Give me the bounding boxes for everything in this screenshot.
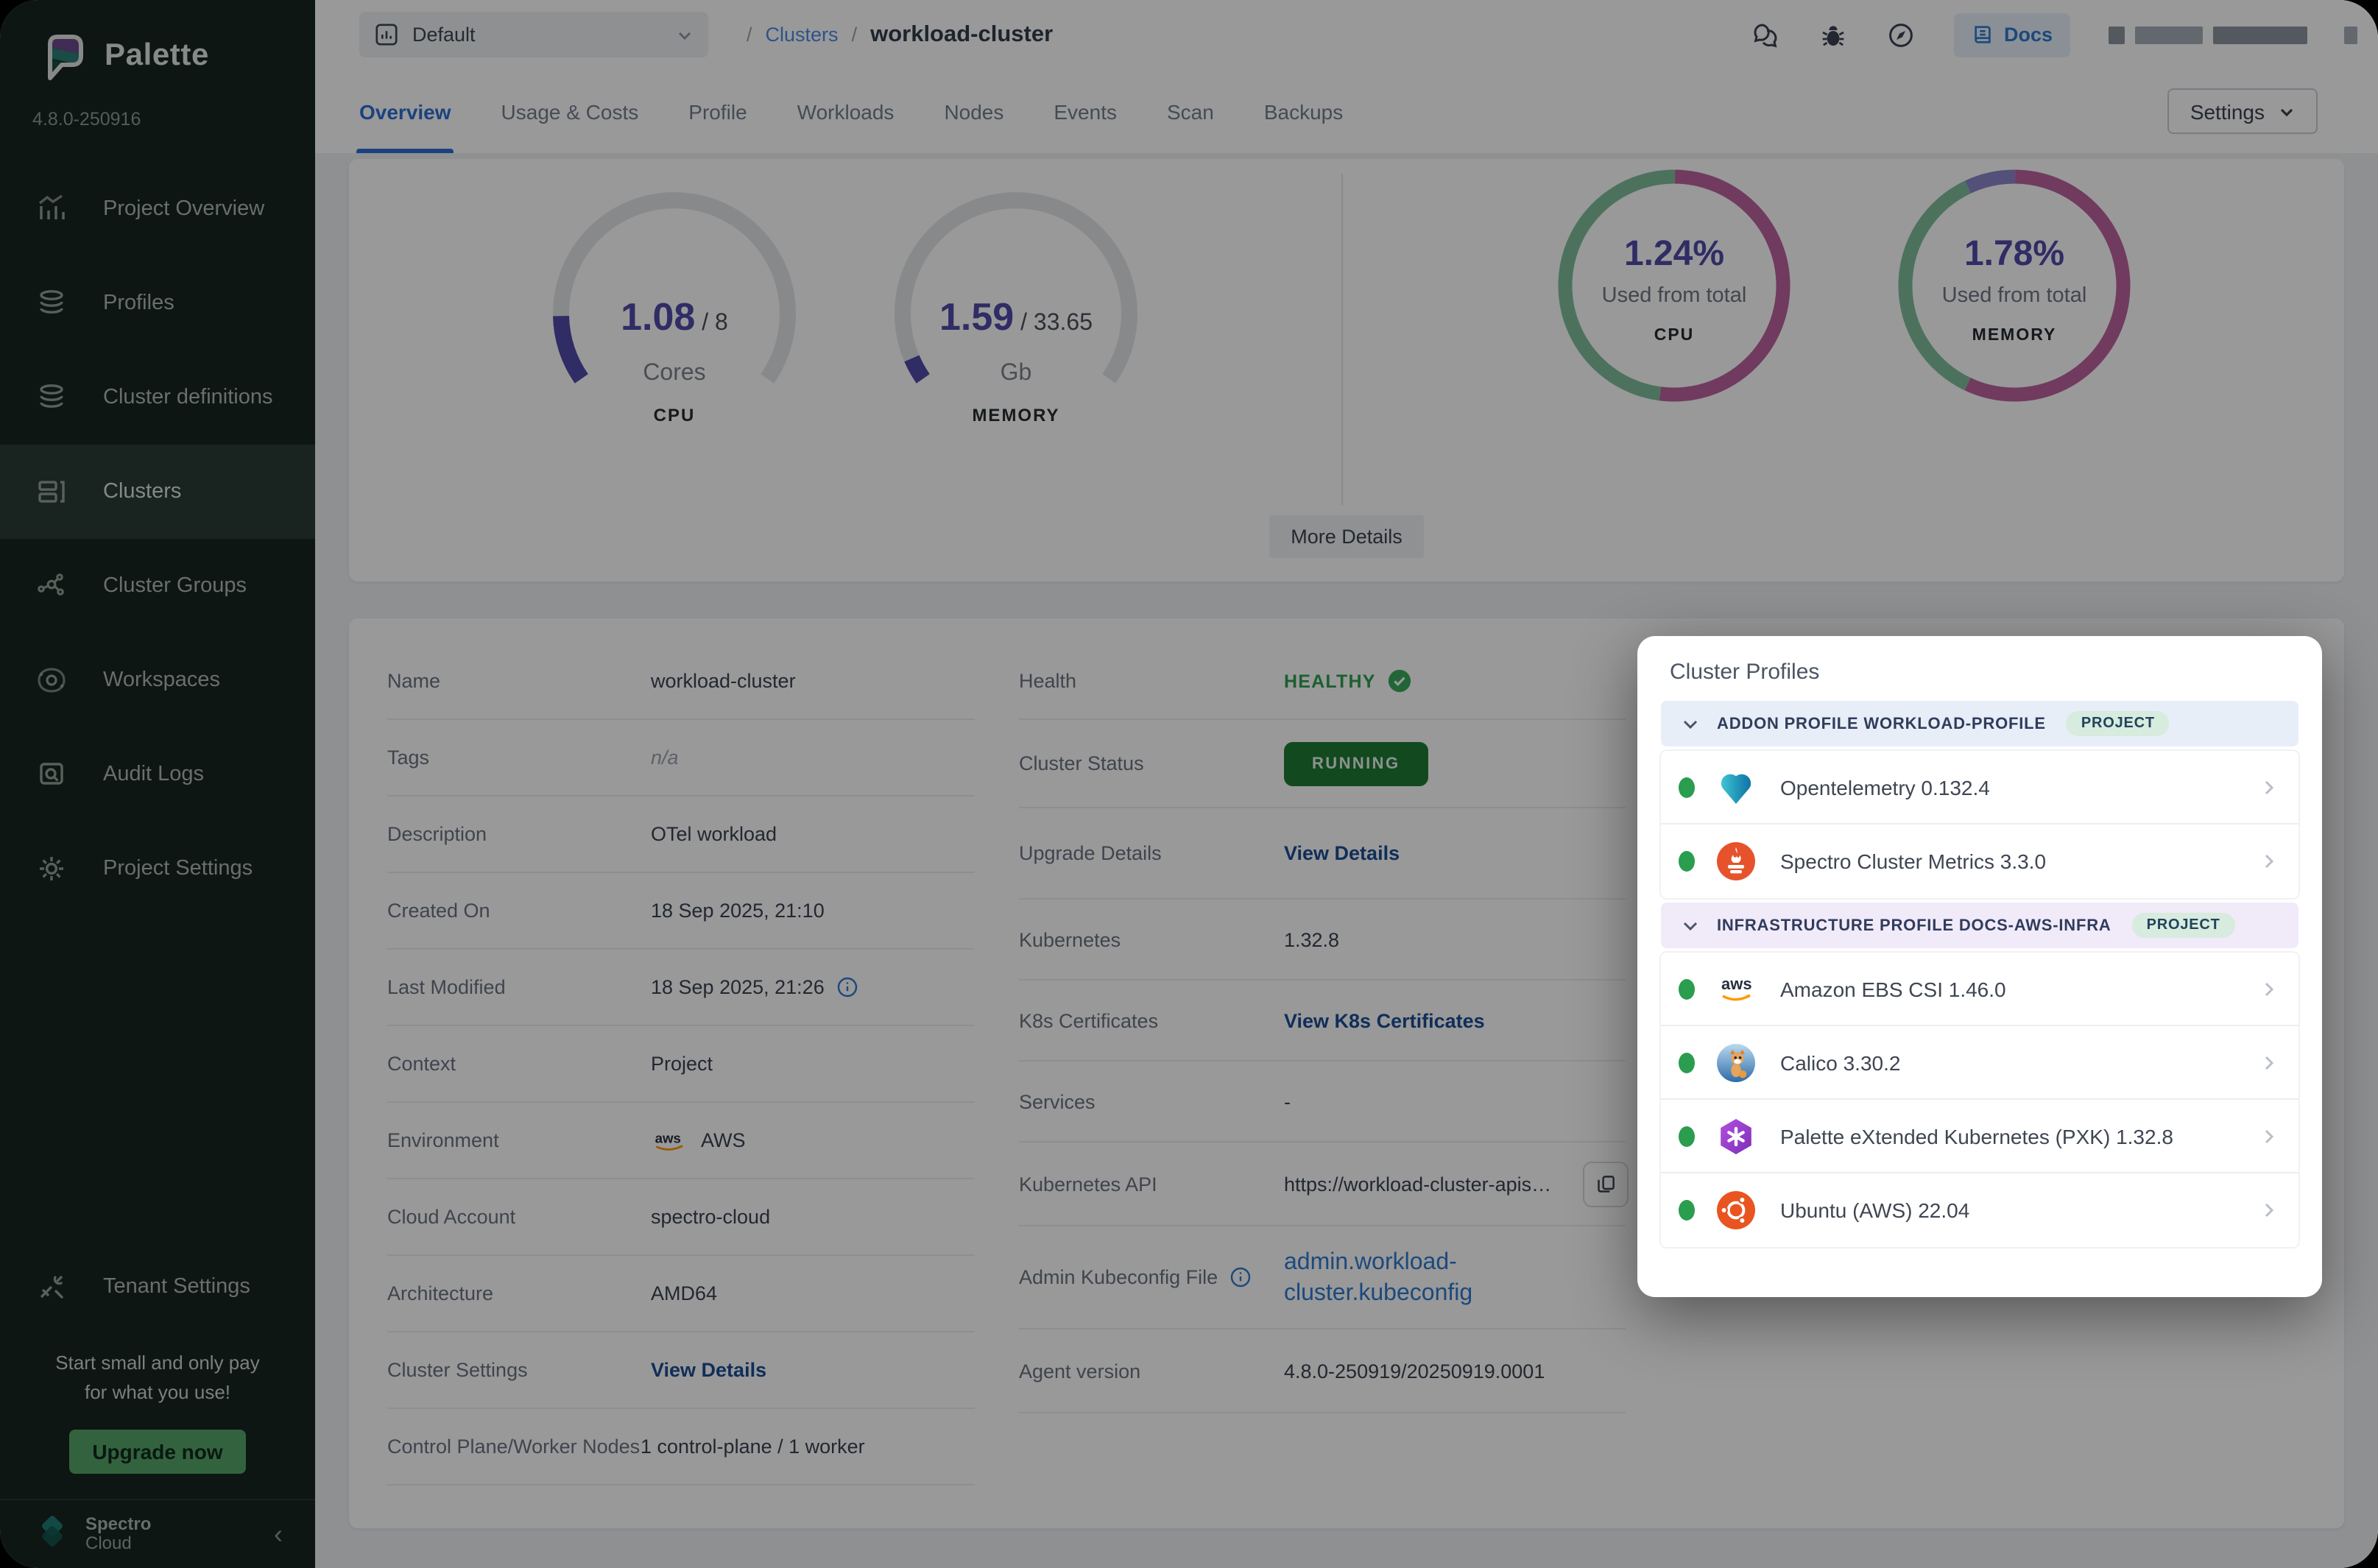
addon-profile-section-header[interactable]: ADDON PROFILE WORKLOAD-PROFILE PROJECT [1661,701,2298,746]
svg-text:aws: aws [1721,974,1752,992]
prometheus-icon [1715,841,1757,882]
infrastructure-profile-rows: aws Amazon EBS CSI 1.46.0 Calico 3.30.2 … [1661,953,2298,1247]
project-badge: PROJECT [2067,711,2170,736]
infrastructure-profile-section-header[interactable]: INFRASTRUCTURE PROFILE DOCS-AWS-INFRA PR… [1661,903,2298,948]
chevron-down-icon [1682,715,1699,732]
status-dot [1679,1052,1695,1073]
app-window: Palette 4.8.0-250916 Project Overview Pr… [0,0,2378,1568]
chevron-down-icon [1682,917,1699,934]
chevron-right-icon [2260,1201,2278,1219]
status-dot [1679,851,1695,872]
profile-row-calico[interactable]: Calico 3.30.2 [1661,1026,2298,1100]
chevron-right-icon [2260,980,2278,997]
profile-row-ubuntu[interactable]: Ubuntu (AWS) 22.04 [1661,1173,2298,1247]
status-dot [1679,978,1695,999]
pxk-icon [1715,1115,1757,1156]
cluster-profiles-popover: Cluster Profiles ADDON PROFILE WORKLOAD-… [1637,636,2322,1297]
status-dot [1679,777,1695,797]
profile-row-pxk[interactable]: Palette eXtended Kubernetes (PXK) 1.32.8 [1661,1100,2298,1173]
chevron-right-icon [2260,1127,2278,1145]
chevron-right-icon [2260,852,2278,870]
chevron-right-icon [2260,778,2278,796]
status-dot [1679,1200,1695,1221]
status-dot [1679,1126,1695,1146]
profile-row-amazon-ebs-csi[interactable]: aws Amazon EBS CSI 1.46.0 [1661,953,2298,1026]
ubuntu-icon [1715,1190,1757,1231]
opentelemetry-icon [1715,766,1757,808]
aws-icon: aws [1715,968,1757,1009]
addon-profile-rows: Opentelemetry 0.132.4 Spectro Cluster Me… [1661,751,2298,898]
profile-row-opentelemetry[interactable]: Opentelemetry 0.132.4 [1661,751,2298,824]
chevron-right-icon [2260,1053,2278,1071]
calico-icon [1715,1042,1757,1083]
project-badge: PROJECT [2132,913,2235,938]
profile-row-spectro-cluster-metrics[interactable]: Spectro Cluster Metrics 3.3.0 [1661,824,2298,898]
cluster-profiles-title: Cluster Profiles [1670,660,2298,685]
